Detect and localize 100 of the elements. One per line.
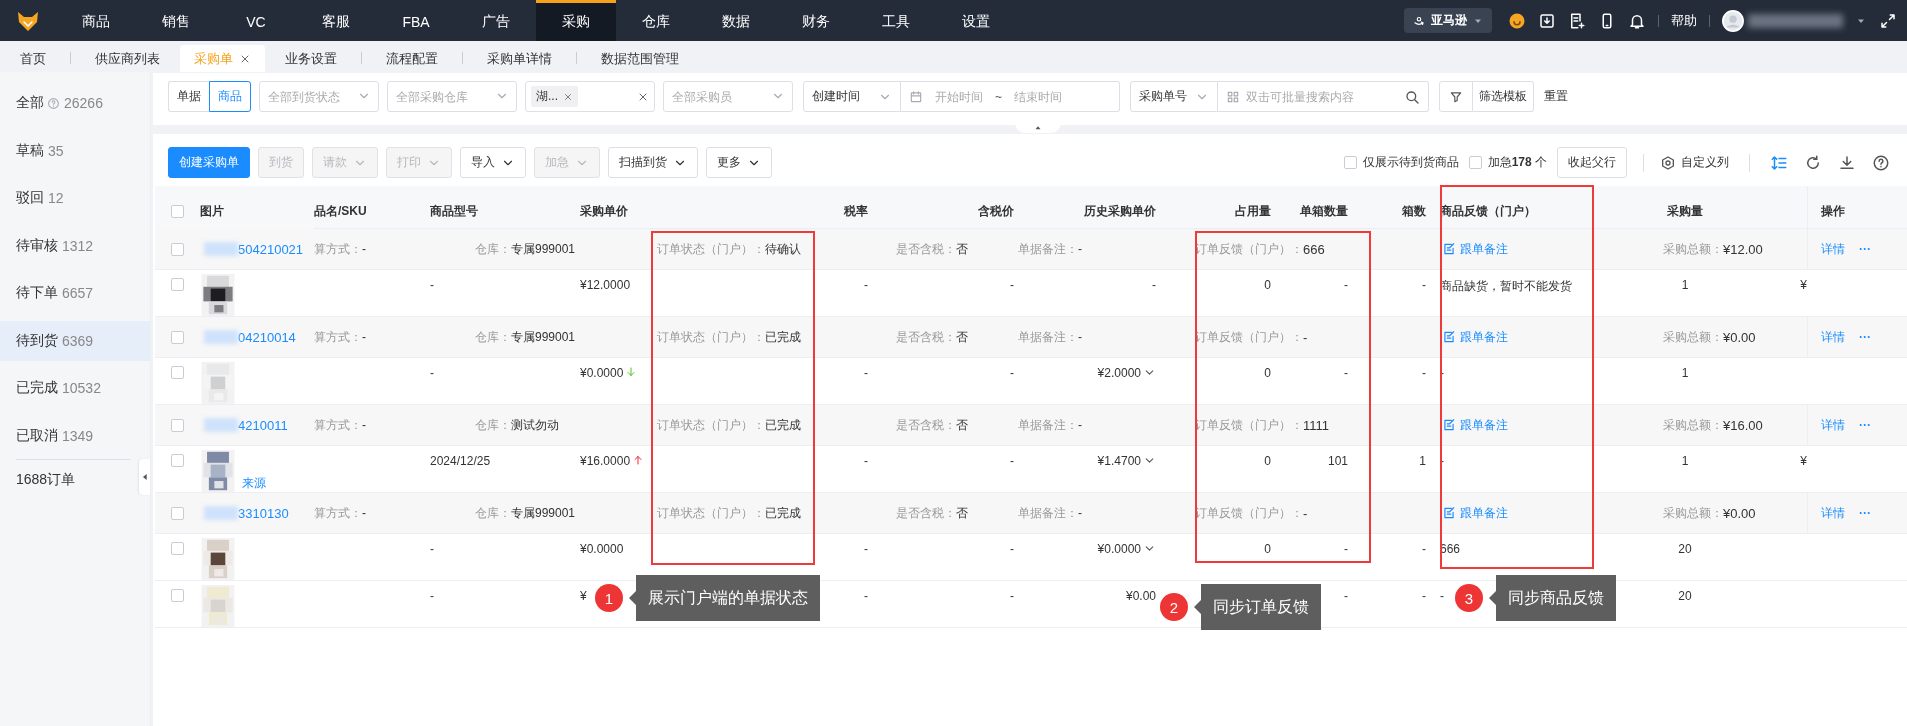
nav-tab[interactable]: 商品 [56, 0, 136, 41]
nav-tab[interactable]: 广告 [456, 0, 536, 41]
document-add-icon[interactable] [1568, 11, 1586, 30]
nav-tab[interactable]: 财务 [776, 0, 856, 41]
page-tab[interactable]: 首页 [8, 45, 58, 72]
field-value: 已完成 [765, 328, 801, 346]
status-filter-item[interactable]: 1688订单 [0, 460, 82, 500]
nav-tab[interactable]: 客服 [296, 0, 376, 41]
nav-tab[interactable]: 采购 [536, 0, 616, 41]
checkbox[interactable] [171, 418, 184, 432]
search-type-select[interactable]: 采购单号 [1130, 81, 1218, 112]
collapse-rows-button[interactable]: 收起父行 [1557, 147, 1627, 178]
download-icon[interactable] [1538, 11, 1556, 30]
status-filter-item[interactable]: 待审核 1312 [0, 225, 150, 266]
status-filter-item[interactable]: 全部 26266 [0, 83, 150, 123]
checkbox[interactable] [171, 242, 184, 256]
close-icon[interactable] [563, 91, 573, 102]
tag[interactable]: 湖... [531, 86, 578, 107]
mode-toggle[interactable]: 单据 [168, 81, 209, 112]
end-date-input[interactable]: 结束时间 [1008, 89, 1068, 104]
field-value: - [362, 506, 366, 520]
checkbox[interactable] [171, 506, 184, 520]
collapse-handle[interactable] [139, 459, 150, 495]
column-header: 采购单价 [580, 202, 628, 220]
checkbox[interactable] [1343, 156, 1357, 169]
table-cell: ¥0.0000 [1097, 542, 1141, 556]
template-button[interactable]: 筛选模板 [1473, 81, 1534, 112]
field-label: 采购总额： [1663, 328, 1723, 346]
checkbox[interactable] [171, 366, 184, 379]
nav-tab[interactable]: 仓库 [616, 0, 696, 41]
table-cell: - [1010, 366, 1014, 380]
edit-icon [1442, 506, 1456, 520]
field-label: 算方式： [314, 416, 362, 434]
mode-toggle[interactable]: 商品 [209, 81, 251, 112]
page-tab[interactable]: 供应商列表 [83, 45, 172, 72]
page-tab[interactable]: 业务设置 [273, 45, 349, 72]
nav-tab[interactable]: 数据 [696, 0, 776, 41]
status-filter-item[interactable]: 待到货 6369 [0, 320, 150, 361]
avatar-icon[interactable] [1722, 9, 1744, 32]
field-label: 算方式： [314, 328, 362, 346]
fullscreen-icon[interactable] [1879, 11, 1897, 30]
toolbar-button[interactable]: 扫描到货 [608, 147, 698, 178]
tooltip: 展示门户端的单据状态 [629, 575, 820, 621]
status-filter-item[interactable]: 已取消 1349 [0, 415, 150, 456]
store-selector[interactable]: 亚马逊 [1404, 8, 1492, 33]
field-value: 待确认 [765, 240, 801, 258]
toolbar-button[interactable]: 更多 [706, 147, 772, 178]
field-value: - [1078, 242, 1082, 256]
search-input[interactable]: 双击可批量搜索内容 [1246, 89, 1398, 104]
table-cell: - [864, 589, 868, 603]
refresh-icon[interactable] [1804, 153, 1822, 172]
checkbox[interactable] [1468, 156, 1482, 169]
help-link[interactable]: 帮助 [1671, 11, 1697, 30]
table-cell: 20 [1678, 589, 1692, 603]
arrival-status-select[interactable]: 全部到货状态 [259, 81, 379, 112]
table-cell: - [1010, 278, 1014, 292]
checkbox[interactable] [171, 589, 184, 602]
filter-button[interactable] [1439, 81, 1473, 112]
date-type-select[interactable]: 创建时间 [803, 81, 901, 112]
table-cell: 2024/12/25 [430, 454, 491, 468]
status-filter-item[interactable]: 驳回 12 [0, 178, 150, 218]
table-cell: - [864, 366, 868, 380]
checkbox[interactable] [171, 454, 184, 467]
download-icon[interactable] [1838, 153, 1856, 172]
field-label: 订单状态（门户）： [657, 416, 765, 434]
search-field[interactable]: 双击可批量搜索内容 [1218, 81, 1429, 112]
status-filter-item[interactable]: 已完成 10532 [0, 368, 150, 408]
help-icon[interactable] [1872, 153, 1890, 172]
table-cell: - [430, 366, 434, 380]
start-date-input[interactable]: 开始时间 [929, 89, 989, 104]
buyer-select[interactable]: 全部采购员 [663, 81, 793, 112]
nav-tab[interactable]: VC [216, 0, 296, 41]
checkbox[interactable] [171, 278, 184, 291]
toolbar-button[interactable]: 导入 [460, 147, 526, 178]
page-tab[interactable]: 流程配置 [374, 45, 450, 72]
checkbox[interactable] [171, 330, 184, 344]
checkbox[interactable] [171, 542, 184, 555]
warehouse-select[interactable]: 全部采购仓库 [387, 81, 517, 112]
page-tab[interactable]: 采购单详情 [475, 45, 564, 72]
nav-tab[interactable]: 销售 [136, 0, 216, 41]
nav-tab[interactable]: 设置 [936, 0, 1016, 41]
status-filter-item[interactable]: 待下单 6657 [0, 273, 150, 313]
tag-field[interactable]: 湖... [525, 81, 655, 112]
field-label: 算方式： [314, 240, 362, 258]
redaction-mark [204, 506, 238, 520]
column-header: 历史采购单价 [1084, 202, 1156, 220]
row-height-icon[interactable] [1770, 153, 1788, 172]
reset-link[interactable]: 重置 [1544, 88, 1568, 105]
date-range-field[interactable]: 开始时间 ~ 结束时间 [901, 81, 1120, 112]
column-settings-button[interactable]: 自定义列 [1660, 154, 1729, 171]
nav-tab[interactable]: FBA [376, 0, 456, 41]
source-link[interactable]: 来源 [242, 475, 266, 492]
nav-tab[interactable]: 工具 [856, 0, 936, 41]
status-filter-item[interactable]: 草稿 35 [0, 130, 150, 171]
search-icon[interactable] [1404, 88, 1420, 105]
page-tab[interactable]: 数据范围管理 [589, 45, 691, 72]
field-value: 1111 [1303, 417, 1330, 433]
smiley-icon[interactable] [1508, 11, 1526, 30]
checkbox[interactable] [171, 204, 184, 218]
field-value: - [1078, 418, 1082, 432]
